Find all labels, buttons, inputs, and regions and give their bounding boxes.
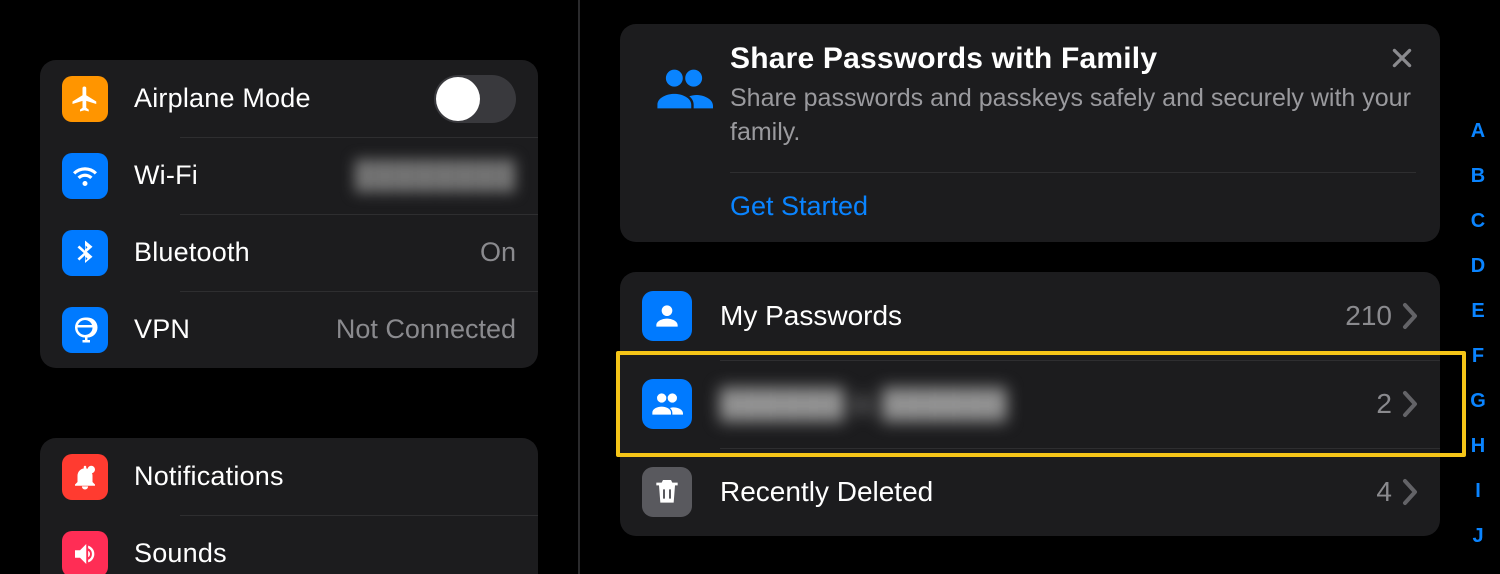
index-letter[interactable]: F (1466, 345, 1490, 368)
airplane-icon (62, 76, 108, 122)
speaker-icon (62, 531, 108, 574)
wifi-value: ████████ (355, 160, 516, 191)
bluetooth-icon (62, 230, 108, 276)
index-letter[interactable]: A (1466, 120, 1490, 143)
system-group: Notifications Sounds (40, 438, 538, 574)
wifi-icon (62, 153, 108, 199)
connectivity-group: Airplane Mode Wi-Fi ████████ Bluetooth O… (40, 60, 538, 368)
sounds-row[interactable]: Sounds (40, 515, 538, 574)
sounds-label: Sounds (134, 538, 227, 569)
divider (730, 172, 1416, 173)
get-started-button[interactable]: Get Started (730, 191, 1416, 222)
shared-group-label: ██████ & ██████ (720, 388, 1376, 420)
person-icon (642, 291, 692, 341)
bell-icon (62, 454, 108, 500)
my-passwords-row[interactable]: My Passwords 210 (620, 272, 1440, 360)
passwords-pane: Share Passwords with Family Share passwo… (580, 0, 1500, 574)
index-letter[interactable]: E (1466, 300, 1490, 323)
index-letter[interactable]: H (1466, 435, 1490, 458)
wifi-label: Wi-Fi (134, 160, 198, 191)
notifications-label: Notifications (134, 461, 284, 492)
recently-deleted-label: Recently Deleted (720, 476, 1376, 508)
chevron-right-icon (1402, 302, 1418, 330)
my-passwords-label: My Passwords (720, 300, 1345, 332)
bluetooth-row[interactable]: Bluetooth On (40, 214, 538, 291)
wifi-row[interactable]: Wi-Fi ████████ (40, 137, 538, 214)
globe-icon (62, 307, 108, 353)
recently-deleted-count: 4 (1376, 476, 1392, 508)
bluetooth-label: Bluetooth (134, 237, 250, 268)
airplane-label: Airplane Mode (134, 83, 311, 114)
index-letter[interactable]: B (1466, 165, 1490, 188)
family-icon (644, 42, 724, 222)
people-icon (642, 379, 692, 429)
share-family-promo: Share Passwords with Family Share passwo… (620, 24, 1440, 242)
vpn-row[interactable]: VPN Not Connected (40, 291, 538, 368)
airplane-toggle[interactable] (434, 75, 516, 123)
bluetooth-value: On (480, 237, 516, 268)
promo-title: Share Passwords with Family (730, 42, 1416, 76)
alpha-index[interactable]: A B C D E F G H I J (1466, 120, 1490, 548)
index-letter[interactable]: G (1466, 390, 1490, 413)
shared-group-row[interactable]: ██████ & ██████ 2 (620, 360, 1440, 448)
index-letter[interactable]: D (1466, 255, 1490, 278)
index-letter[interactable]: I (1466, 480, 1490, 503)
shared-group-count: 2 (1376, 388, 1392, 420)
vpn-value: Not Connected (336, 314, 516, 345)
trash-icon (642, 467, 692, 517)
password-groups-list: My Passwords 210 ██████ & ██████ 2 Recen… (620, 272, 1440, 536)
settings-sidebar: Airplane Mode Wi-Fi ████████ Bluetooth O… (0, 0, 580, 574)
notifications-row[interactable]: Notifications (40, 438, 538, 515)
airplane-mode-row[interactable]: Airplane Mode (40, 60, 538, 137)
recently-deleted-row[interactable]: Recently Deleted 4 (620, 448, 1440, 536)
index-letter[interactable]: J (1466, 525, 1490, 548)
close-icon[interactable] (1386, 42, 1418, 74)
chevron-right-icon (1402, 390, 1418, 418)
promo-desc: Share passwords and passkeys safely and … (730, 82, 1416, 150)
chevron-right-icon (1402, 478, 1418, 506)
vpn-label: VPN (134, 314, 190, 345)
my-passwords-count: 210 (1345, 300, 1392, 332)
index-letter[interactable]: C (1466, 210, 1490, 233)
